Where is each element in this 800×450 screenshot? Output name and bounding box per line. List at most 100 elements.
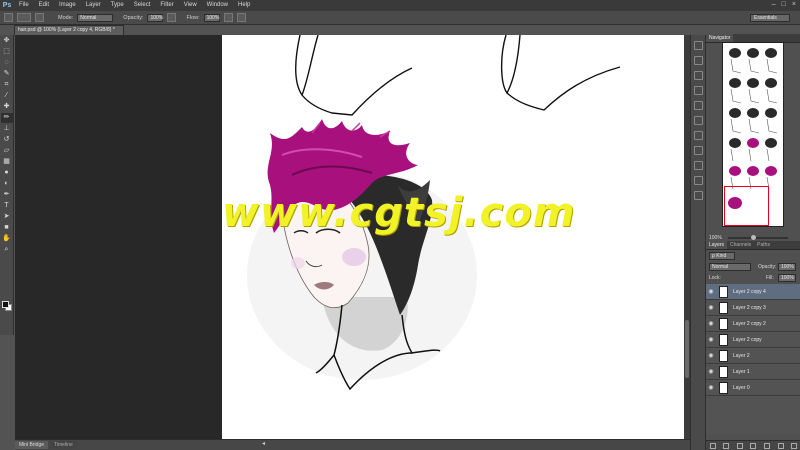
new-group-icon[interactable] [764,442,771,449]
layer-style-icon[interactable] [723,442,730,449]
quick-select-icon[interactable]: ✎ [1,69,13,79]
fill-field[interactable]: 100% [778,274,796,282]
tab-channels[interactable]: Channels [727,241,754,249]
right-panel: Navigator 100% Layers Channels Paths ρ K… [705,34,800,450]
layer-name: Layer 2 copy 2 [733,320,766,327]
history-panel-icon[interactable] [693,41,703,50]
brush-presets-panel-icon[interactable] [693,131,703,140]
airbrush-icon[interactable] [223,13,233,22]
path-select-icon[interactable]: ➤ [1,212,13,222]
zoom-icon[interactable]: ⌕ [1,245,13,255]
scroll-left-arrow-icon[interactable]: ◂ [262,440,268,448]
blend-mode-select[interactable]: Normal [709,263,751,271]
color-panel-icon[interactable] [693,71,703,80]
healing-icon[interactable]: ✚ [1,102,13,112]
brush-size-icon[interactable] [17,13,31,22]
menu-window[interactable]: Window [202,0,233,11]
trash-icon[interactable] [791,442,798,449]
tab-timeline[interactable]: Timeline [50,441,77,449]
mode-select[interactable]: Normal [77,13,114,22]
tab-paths[interactable]: Paths [754,241,773,249]
eyedropper-icon[interactable]: ⁄ [1,91,13,101]
history-brush-icon[interactable]: ↺ [1,135,13,145]
shape-icon[interactable]: ■ [1,223,13,233]
info-panel-icon[interactable] [693,191,703,200]
tab-layers[interactable]: Layers [706,241,728,249]
layer-filter-kind[interactable]: ρ Kind [709,252,735,260]
flow-field[interactable]: 100% [203,13,220,22]
visibility-eye-icon[interactable]: ◉ [706,352,716,359]
visibility-eye-icon[interactable]: ◉ [706,336,716,343]
adjustment-layer-icon[interactable] [750,442,757,449]
clone-stamp-icon[interactable]: ⊥ [1,124,13,134]
brush-icon[interactable]: ✏ [0,113,13,123]
link-layers-icon[interactable] [709,442,716,449]
navigator-zoom-slider[interactable] [728,237,788,239]
menu-edit[interactable]: Edit [34,0,54,11]
lasso-icon[interactable]: ◌ [1,58,13,68]
tab-navigator[interactable]: Navigator [706,34,734,42]
layer-row[interactable]: ◉ Layer 2 copy [706,332,800,348]
menu-layer[interactable]: Layer [81,0,106,11]
workspace-select[interactable]: Essentials [750,14,790,22]
visibility-eye-icon[interactable]: ◉ [706,320,716,327]
layer-row[interactable]: ◉ Layer 2 copy 2 [706,316,800,332]
window-controls: – □ × [772,1,796,8]
type-icon[interactable]: T [1,201,13,211]
styles-panel-icon[interactable] [693,176,703,185]
menu-file[interactable]: File [14,0,34,11]
menu-filter[interactable]: Filter [155,0,178,11]
brush-panel-icon[interactable] [35,13,44,22]
blur-icon[interactable]: ● [1,168,13,178]
navigator-zoom-slider-knob[interactable] [751,235,756,240]
maximize-icon[interactable]: □ [782,1,786,8]
layer-row[interactable]: ◉ Layer 2 [706,348,800,364]
layer-name: Layer 2 [733,352,750,359]
properties-panel-icon[interactable] [693,56,703,65]
move-icon[interactable]: ✥ [1,36,13,46]
layer-row[interactable]: ◉ Layer 0 [706,380,800,396]
eraser-icon[interactable]: ▱ [1,146,13,156]
mode-label: Mode: [58,14,74,21]
menu-type[interactable]: Type [106,0,129,11]
hand-icon[interactable]: ✋ [1,234,13,244]
marquee-icon[interactable]: ⬚ [1,47,13,57]
document-canvas[interactable] [222,35,684,439]
opacity-field[interactable]: 100% [147,13,164,22]
crop-icon[interactable]: ⌗ [1,80,13,90]
opacity-label: Opacity: [123,14,144,21]
character-panel-icon[interactable] [693,146,703,155]
adjustments-panel-icon[interactable] [693,101,703,110]
brush-panel-icon[interactable] [693,116,703,125]
menu-image[interactable]: Image [54,0,81,11]
visibility-eye-icon[interactable]: ◉ [706,368,716,375]
scrollbar-thumb[interactable] [685,320,689,378]
visibility-eye-icon[interactable]: ◉ [706,288,716,295]
close-icon[interactable]: × [792,1,796,8]
visibility-eye-icon[interactable]: ◉ [706,304,716,311]
pen-icon[interactable]: ✒ [1,190,13,200]
dodge-icon[interactable]: ◐ [1,179,13,189]
tab-mini-bridge[interactable]: Mini Bridge [15,441,49,449]
menu-help[interactable]: Help [233,0,255,11]
new-layer-icon[interactable] [777,442,784,449]
minimize-icon[interactable]: – [772,1,776,8]
visibility-eye-icon[interactable]: ◉ [706,384,716,391]
menu-select[interactable]: Select [129,0,156,11]
gradient-icon[interactable]: ▦ [1,157,13,167]
foreground-color-swatch[interactable] [2,301,9,308]
layer-row[interactable]: ◉ Layer 2 copy 4 [706,284,800,300]
brush-preset-icon[interactable] [4,13,13,22]
layer-mask-icon[interactable] [736,442,743,449]
swatches-panel-icon[interactable] [693,86,703,95]
pressure-opacity-icon[interactable] [167,13,177,22]
layers-tabbar: Layers Channels Paths [706,241,800,250]
layer-row[interactable]: ◉ Layer 2 copy 3 [706,300,800,316]
navigator-view-box[interactable] [724,186,769,226]
layer-opacity-field[interactable]: 100% [778,263,796,271]
layer-row[interactable]: ◉ Layer 1 [706,364,800,380]
document-tab[interactable]: hair.psd @ 100% (Layer 2 copy 4, RGB/8) … [14,25,124,35]
paragraph-panel-icon[interactable] [693,161,703,170]
pressure-size-icon[interactable] [236,13,246,22]
menu-view[interactable]: View [179,0,202,11]
